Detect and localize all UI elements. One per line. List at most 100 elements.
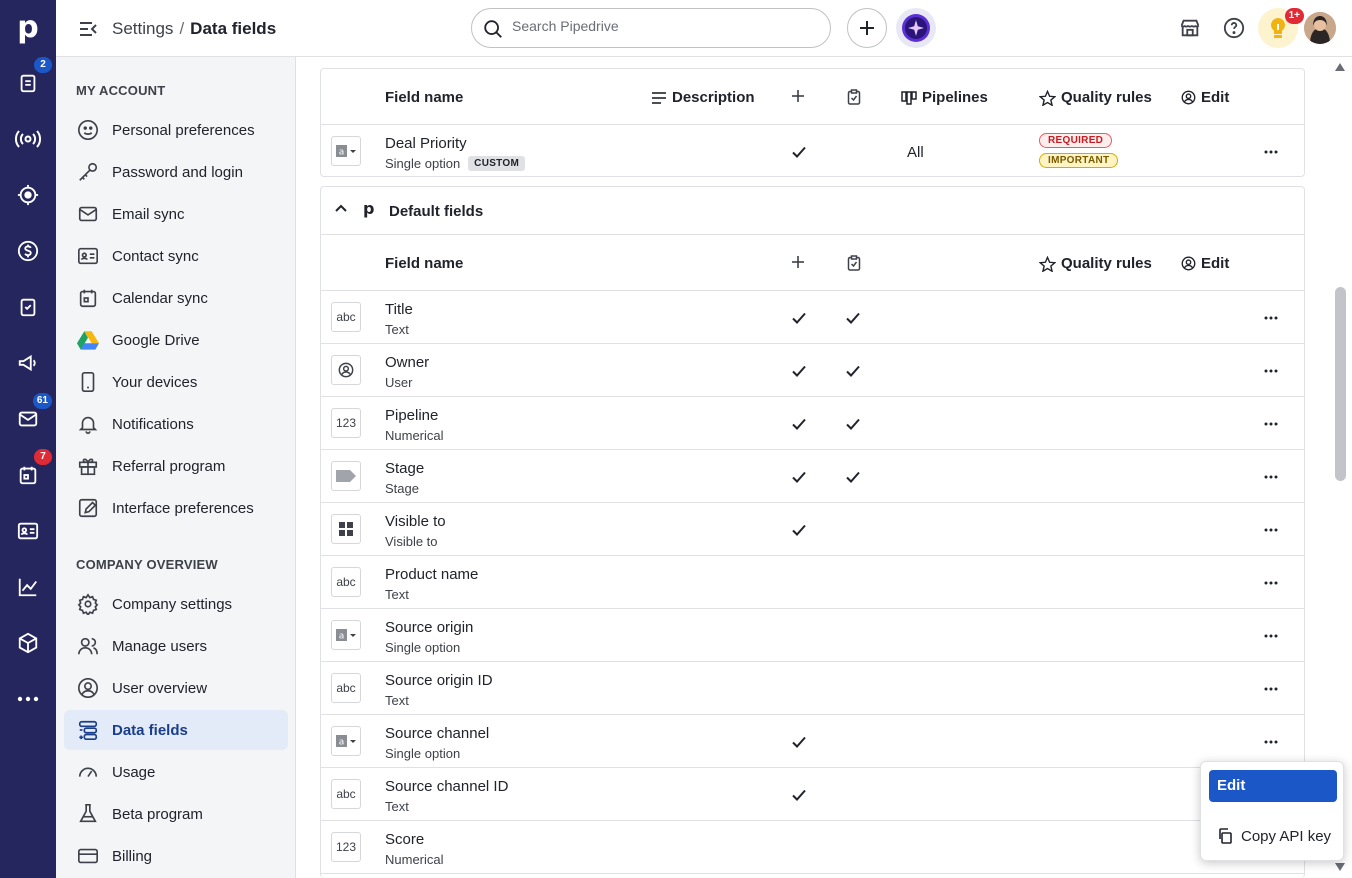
- table-row[interactable]: a Source origin Single option: [321, 609, 1304, 662]
- row-more-button[interactable]: [1257, 469, 1285, 485]
- field-name[interactable]: Source channel: [385, 725, 489, 742]
- sidebar-item-referral-program[interactable]: Referral program: [64, 446, 288, 486]
- col-pipelines[interactable]: Pipelines: [901, 89, 988, 106]
- marketplace-button[interactable]: [1178, 16, 1202, 40]
- col-edit[interactable]: Edit: [1181, 89, 1229, 106]
- search-box[interactable]: [471, 8, 831, 48]
- table-row[interactable]: Visible to Visible to: [321, 503, 1304, 556]
- field-name[interactable]: Pipeline: [385, 407, 438, 424]
- col-edit-label: Edit: [1201, 255, 1230, 272]
- col-field-name[interactable]: Field name: [385, 89, 463, 106]
- menu-item-copy-api-key[interactable]: Copy API key: [1209, 820, 1337, 852]
- col-quality-rules[interactable]: Quality rules: [1039, 89, 1152, 106]
- table-row[interactable]: abc Title Text: [321, 291, 1304, 344]
- col-field-name[interactable]: Field name: [385, 255, 463, 272]
- sidebar-item-company-settings[interactable]: Company settings: [64, 584, 288, 624]
- row-more-button[interactable]: [1257, 144, 1285, 160]
- rail-products[interactable]: [10, 625, 46, 661]
- table-row[interactable]: abc Source channel ID Text: [321, 768, 1304, 821]
- rail-leads[interactable]: [10, 121, 46, 157]
- field-type: Text: [385, 322, 409, 337]
- contact-card-icon: [17, 522, 39, 540]
- rail-tasks[interactable]: [10, 289, 46, 325]
- app-nav-rail: p 2 61 7: [0, 0, 56, 878]
- table-row[interactable]: abc Source origin ID Text: [321, 662, 1304, 715]
- help-button[interactable]: [1222, 16, 1246, 40]
- row-more-button[interactable]: [1257, 734, 1285, 750]
- col-edit[interactable]: Edit: [1181, 255, 1229, 272]
- table-row[interactable]: 123 Score Numerical: [321, 821, 1304, 874]
- sidebar-item-your-devices[interactable]: Your devices: [64, 362, 288, 402]
- col-detail-view[interactable]: [847, 89, 866, 105]
- sidebar-item-contact-sync[interactable]: Contact sync: [64, 236, 288, 276]
- user-avatar[interactable]: [1304, 12, 1336, 44]
- table-row[interactable]: abc Product name Text: [321, 556, 1304, 609]
- target-icon: [17, 184, 39, 206]
- field-name[interactable]: Product name: [385, 566, 478, 583]
- quick-add-button[interactable]: [847, 8, 887, 48]
- field-name[interactable]: Visible to: [385, 513, 446, 530]
- pipedrive-logo[interactable]: p: [12, 10, 44, 46]
- field-name[interactable]: Title: [385, 301, 413, 318]
- field-name[interactable]: Stage: [385, 460, 424, 477]
- row-more-button[interactable]: [1257, 575, 1285, 591]
- col-quality-rules[interactable]: Quality rules: [1039, 255, 1152, 272]
- sidebar-item-personal-preferences[interactable]: Personal preferences: [64, 110, 288, 150]
- collapse-section-button[interactable]: [335, 204, 347, 212]
- col-add-view[interactable]: [791, 89, 810, 103]
- rail-deals[interactable]: [10, 233, 46, 269]
- rail-activities[interactable]: 2: [10, 57, 52, 101]
- scroll-up-arrow[interactable]: [1334, 62, 1346, 72]
- rail-more[interactable]: [10, 681, 46, 717]
- row-more-button[interactable]: [1257, 363, 1285, 379]
- sidebar-item-password-login[interactable]: Password and login: [64, 152, 288, 192]
- rail-calendar[interactable]: 7: [10, 449, 52, 493]
- scroll-down-arrow[interactable]: [1334, 862, 1346, 872]
- table-row[interactable]: a Source channel Single option: [321, 715, 1304, 768]
- field-name[interactable]: Source origin ID: [385, 672, 493, 689]
- row-more-button[interactable]: [1257, 310, 1285, 326]
- sidebar-item-user-overview[interactable]: User overview: [64, 668, 288, 708]
- tips-button[interactable]: 1+: [1258, 8, 1304, 48]
- rail-mail[interactable]: 61: [10, 393, 52, 437]
- col-description[interactable]: Description: [651, 89, 755, 106]
- sidebar-item-beta-program[interactable]: Beta program: [64, 794, 288, 834]
- field-name[interactable]: Owner: [385, 354, 429, 371]
- table-row[interactable]: 123 Pipeline Numerical: [321, 397, 1304, 450]
- scrollbar-thumb[interactable]: [1335, 287, 1346, 481]
- rail-target[interactable]: [10, 177, 46, 213]
- row-more-button[interactable]: [1257, 522, 1285, 538]
- rail-campaigns[interactable]: [10, 345, 46, 381]
- field-type: User: [385, 375, 413, 390]
- field-name[interactable]: Source channel ID: [385, 778, 508, 795]
- menu-item-edit[interactable]: Edit: [1209, 770, 1337, 802]
- sidebar-item-usage[interactable]: Usage: [64, 752, 288, 792]
- col-detail-view[interactable]: [847, 255, 866, 271]
- sidebar-item-interface-preferences[interactable]: Interface preferences: [64, 488, 288, 528]
- sidebar-item-google-drive[interactable]: Google Drive: [64, 320, 288, 360]
- table-row[interactable]: Owner User: [321, 344, 1304, 397]
- collapse-sidebar-button[interactable]: [78, 19, 98, 39]
- row-more-button[interactable]: [1257, 628, 1285, 644]
- search-input[interactable]: [512, 18, 812, 34]
- table-row[interactable]: a Deal Priority Single option CUSTOM All…: [321, 125, 1304, 178]
- sidebar-item-manage-users[interactable]: Manage users: [64, 626, 288, 666]
- field-type: Visible to: [385, 534, 438, 549]
- sidebar-item-email-sync[interactable]: Email sync: [64, 194, 288, 234]
- sidebar-item-calendar-sync[interactable]: Calendar sync: [64, 278, 288, 318]
- sidebar-item-label: Interface preferences: [112, 499, 254, 517]
- table-row[interactable]: Stage Stage: [321, 450, 1304, 503]
- field-name[interactable]: Deal Priority: [385, 135, 467, 152]
- row-more-button[interactable]: [1257, 416, 1285, 432]
- row-more-button[interactable]: [1257, 681, 1285, 697]
- sidebar-item-billing[interactable]: Billing: [64, 836, 288, 876]
- rail-insights[interactable]: [10, 569, 46, 605]
- rail-contacts[interactable]: [10, 513, 46, 549]
- col-add-view[interactable]: [791, 255, 810, 269]
- sidebar-item-data-fields[interactable]: Data fields: [64, 710, 288, 750]
- field-name[interactable]: Score: [385, 831, 424, 848]
- sidebar-item-notifications[interactable]: Notifications: [64, 404, 288, 444]
- ai-assistant-button[interactable]: [896, 8, 936, 48]
- breadcrumb-settings[interactable]: Settings: [112, 19, 173, 38]
- field-name[interactable]: Source origin: [385, 619, 473, 636]
